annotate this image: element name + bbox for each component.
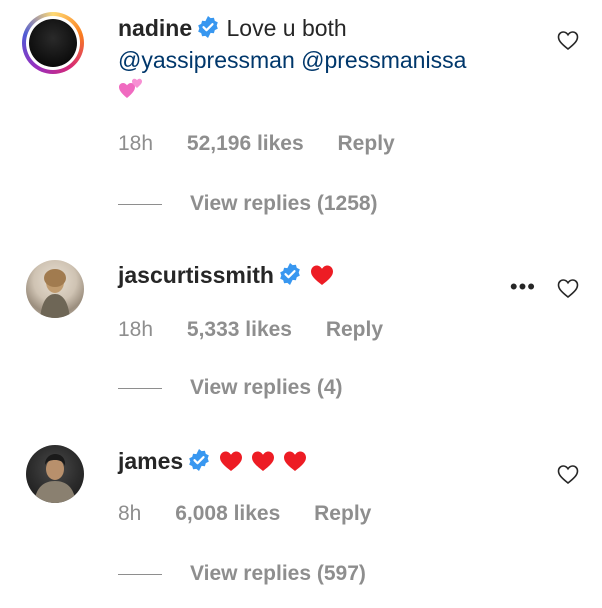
divider [118,573,162,575]
comment-body: james [118,445,522,477]
reply-button[interactable]: Reply [338,132,395,155]
comment-meta: 18h 52,196 likes Reply [118,132,423,156]
view-replies-label: View replies (597) [190,562,366,585]
like-heart-icon[interactable] [556,276,580,300]
pink-two-hearts-icon [119,78,142,98]
view-replies-button[interactable]: View replies (4) [118,376,343,400]
red-heart-icon [284,451,307,471]
verified-badge-icon [189,449,210,471]
view-replies-button[interactable]: View replies (597) [118,562,366,586]
view-replies-label: View replies (4) [190,376,343,399]
comment-body: nadine Love u both @yassipressman @press… [118,12,522,108]
view-replies-label: View replies (1258) [190,192,378,215]
like-heart-icon[interactable] [556,28,580,52]
more-options-icon[interactable]: ••• [510,276,536,298]
red-heart-icon [220,451,243,471]
likes-count[interactable]: 5,333 likes [187,318,292,341]
verified-badge-icon [198,16,218,38]
timestamp[interactable]: 18h [118,132,153,155]
red-heart-icon [252,451,275,471]
divider [118,387,162,389]
verified-badge-icon [280,263,300,285]
likes-count[interactable]: 6,008 likes [175,502,280,525]
like-heart-icon[interactable] [556,462,580,486]
red-heart-icon [310,265,333,285]
username[interactable]: jascurtissmith [118,262,274,288]
comment-text: Love u both [226,15,347,41]
likes-count[interactable]: 52,196 likes [187,132,304,155]
mention-link[interactable]: @yassipressman [118,47,295,73]
comment-meta: 8h 6,008 likes Reply [118,502,399,526]
username[interactable]: james [118,448,183,474]
reply-button[interactable]: Reply [326,318,383,341]
avatar-image [40,269,70,318]
timestamp[interactable]: 18h [118,318,153,341]
avatar-image [34,454,76,503]
divider [118,203,162,205]
avatar[interactable] [26,445,84,503]
view-replies-button[interactable]: View replies (1258) [118,192,378,216]
username[interactable]: nadine [118,15,192,41]
avatar[interactable] [22,12,84,74]
comment-body: jascurtissmith [118,259,522,291]
reply-button[interactable]: Reply [314,502,371,525]
comment-meta: 18h 5,333 likes Reply [118,318,411,342]
mention-link[interactable]: @pressmanissa [301,47,466,73]
timestamp[interactable]: 8h [118,502,141,525]
avatar[interactable] [26,260,84,318]
